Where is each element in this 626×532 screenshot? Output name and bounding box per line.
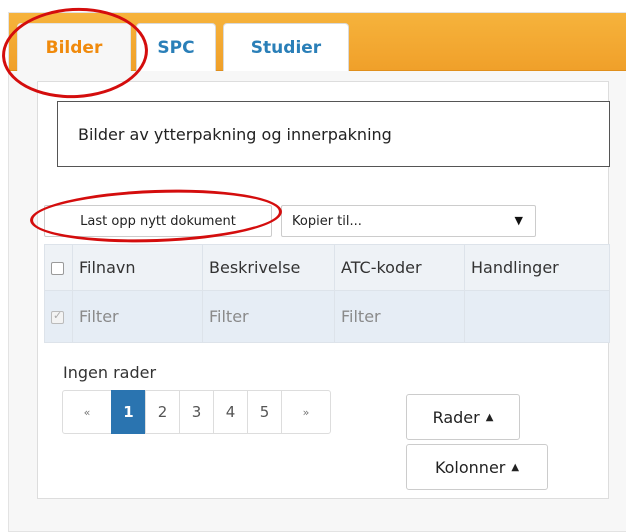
filter-atc-koder-input[interactable]: Filter (334, 290, 465, 343)
pagination-page-1[interactable]: 1 (111, 390, 146, 434)
filter-beskrivelse-input[interactable]: Filter (202, 290, 335, 343)
pagination-page-3[interactable]: 3 (179, 390, 214, 434)
caret-up-icon: ▲ (511, 461, 520, 473)
pagination-page-2[interactable]: 2 (145, 390, 180, 434)
column-header-filnavn[interactable]: Filnavn (72, 244, 203, 291)
filter-checkbox-cell (44, 290, 73, 343)
tab-spc[interactable]: SPC (136, 23, 216, 71)
select-all-cell (44, 244, 73, 291)
pagination: « 1 2 3 4 5 » (62, 390, 331, 434)
select-all-checkbox[interactable] (51, 262, 64, 275)
copy-to-label: Kopier til... (292, 213, 362, 229)
section-description: Bilder av ytterpakning og innerpakning (57, 101, 610, 167)
filter-checkbox (51, 309, 64, 324)
filter-filnavn-input[interactable]: Filter (72, 290, 203, 343)
column-header-beskrivelse[interactable]: Beskrivelse (202, 244, 335, 291)
upload-document-button[interactable]: Last opp nytt dokument (44, 205, 272, 237)
document-section: Bilder av ytterpakning og innerpakning L… (37, 81, 610, 499)
caret-down-icon: ▼ (514, 214, 523, 227)
tab-bar: Bilder SPC Studier (9, 13, 626, 71)
filter-handlinger-cell (464, 290, 610, 343)
column-header-handlinger: Handlinger (464, 244, 610, 291)
pagination-prev-button[interactable]: « (62, 390, 112, 434)
filter-row: Filter Filter Filter (44, 290, 610, 343)
pagination-page-4[interactable]: 4 (213, 390, 248, 434)
documents-table: Filnavn Beskrivelse ATC-koder Handlinger… (44, 244, 610, 343)
tab-bilder[interactable]: Bilder (17, 23, 131, 71)
pagination-next-button[interactable]: » (281, 390, 331, 434)
rows-label: Rader (432, 407, 480, 427)
pagination-page-5[interactable]: 5 (247, 390, 282, 434)
tab-studier[interactable]: Studier (223, 23, 349, 71)
table-header-row: Filnavn Beskrivelse ATC-koder Handlinger (44, 244, 610, 291)
columns-dropdown-button[interactable]: Kolonner ▲ (406, 444, 548, 490)
caret-up-icon: ▲ (485, 411, 494, 423)
column-header-atc-koder[interactable]: ATC-koder (334, 244, 465, 291)
tab-panel: Bilder SPC Studier Bilder av ytterpaknin… (8, 12, 626, 532)
copy-to-select[interactable]: Kopier til... ▼ (281, 205, 536, 237)
empty-state-text: Ingen rader (63, 363, 157, 382)
columns-label: Kolonner (434, 457, 506, 477)
rows-dropdown-button[interactable]: Rader ▲ (406, 394, 520, 440)
